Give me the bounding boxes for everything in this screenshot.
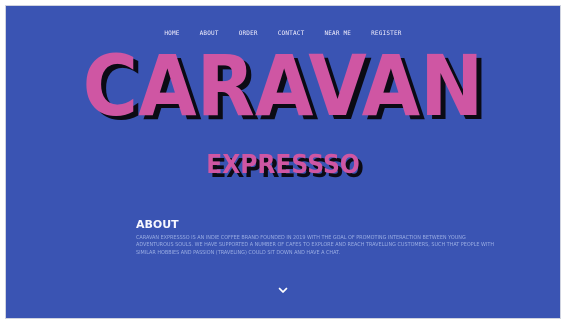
nav-contact[interactable]: CONTACT	[278, 30, 305, 37]
about-section: ABOUT Caravan Expressso is an indie coff…	[136, 218, 496, 257]
nav-near-me[interactable]: NEAR ME	[324, 30, 351, 37]
nav-home[interactable]: HOME	[164, 30, 179, 37]
about-body: Caravan Expressso is an indie coffee bra…	[136, 235, 494, 256]
hero-logo: CARAVAN CARAVAN EXPRESSSO EXPRESSSO	[6, 37, 560, 182]
logo-title: CARAVAN	[82, 37, 484, 135]
nav-order[interactable]: ORDER	[239, 30, 258, 37]
chevron-down-icon	[278, 287, 288, 293]
nav-about[interactable]: ABOUT	[200, 30, 219, 37]
scroll-down-button[interactable]	[274, 281, 292, 299]
page-frame: HOME ABOUT ORDER CONTACT NEAR ME REGISTE…	[6, 6, 560, 318]
nav-register[interactable]: REGISTER	[371, 30, 402, 37]
about-heading: ABOUT	[136, 218, 179, 231]
top-nav: HOME ABOUT ORDER CONTACT NEAR ME REGISTE…	[6, 30, 560, 37]
logo-subtitle: EXPRESSSO	[206, 150, 360, 180]
